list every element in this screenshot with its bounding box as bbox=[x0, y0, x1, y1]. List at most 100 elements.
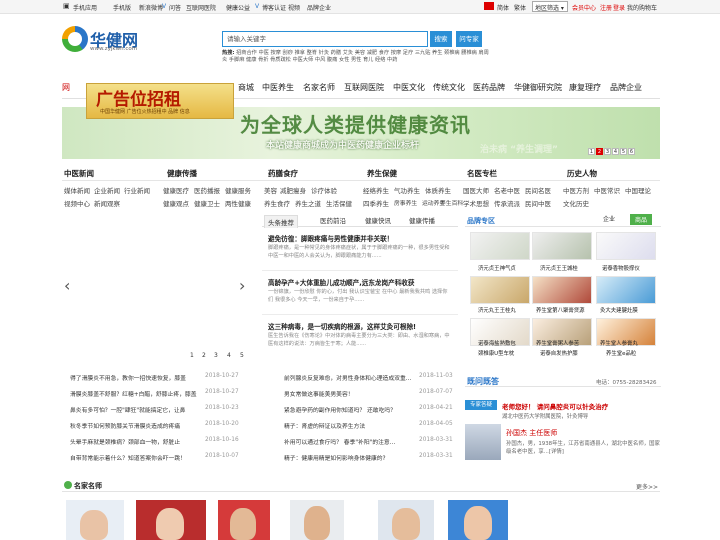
top-link-app[interactable]: 手机应用 bbox=[73, 3, 97, 12]
nav-item-institute[interactable]: 华健御研究院 bbox=[514, 82, 562, 93]
product-name[interactable]: 养生堂第八聚膏贷源 bbox=[536, 306, 585, 314]
nav-item-tradition[interactable]: 传统文化 bbox=[433, 82, 465, 93]
tab-news-flash[interactable]: 健康快讯 bbox=[365, 215, 391, 225]
category-link[interactable]: 名老中医 bbox=[494, 185, 520, 195]
category-link[interactable]: 医药播报 bbox=[194, 185, 220, 195]
category-link[interactable]: 传承流派 bbox=[494, 198, 520, 208]
slider-dot-3[interactable]: 3 bbox=[214, 352, 218, 359]
category-link[interactable]: 民间中医 bbox=[525, 198, 551, 208]
ask-expert-button[interactable]: 问专家 bbox=[456, 31, 482, 47]
news-link[interactable]: 补用可以通过食疗吗？ 春季"补阳"的注意... bbox=[284, 437, 395, 446]
chevron-right-icon[interactable]: › bbox=[239, 276, 245, 295]
banner-page-6[interactable]: 6 bbox=[628, 148, 635, 155]
category-link[interactable]: 气功养生 bbox=[394, 185, 420, 195]
category-link[interactable]: 学术思想 bbox=[463, 198, 489, 208]
top-link-hospital[interactable]: 互联网医院 bbox=[186, 3, 216, 12]
banner-page-1[interactable]: 1 bbox=[588, 148, 595, 155]
doctor-name[interactable]: 孙国杰 主任医师 bbox=[506, 428, 557, 438]
news-link[interactable]: 精子：健康用精是如何影响身体健康的? bbox=[284, 453, 386, 462]
category-link[interactable]: 行业新闻 bbox=[124, 185, 150, 195]
category-link[interactable]: 房事养生 bbox=[394, 198, 417, 207]
member-center-link[interactable]: 会员中心 bbox=[572, 3, 596, 12]
nav-item-mall[interactable]: 商城 bbox=[238, 82, 254, 93]
category-title-wellness[interactable]: 养生保健 bbox=[367, 168, 397, 179]
product-name[interactable]: 诺泰自发热护膝 bbox=[540, 349, 578, 357]
product-name[interactable]: 养生堂人参膏丸 bbox=[600, 339, 638, 347]
article-title[interactable]: 高龄孕产+大体重胎儿成功顺产,远东龙岗产科收获 bbox=[268, 277, 415, 287]
category-link[interactable]: 健康服务 bbox=[225, 185, 251, 195]
top-link-brand[interactable]: 品牌企业 bbox=[307, 3, 331, 12]
lang-traditional[interactable]: 繁体 bbox=[514, 3, 526, 12]
category-link[interactable]: 健康卫士 bbox=[194, 198, 220, 208]
top-link-video[interactable]: 视频 bbox=[288, 3, 300, 12]
banner-page-5[interactable]: 5 bbox=[620, 148, 627, 155]
login-link[interactable]: 登录 bbox=[613, 3, 625, 12]
category-link[interactable]: 国医大师 bbox=[463, 185, 489, 195]
category-link[interactable]: 文化历史 bbox=[563, 198, 589, 208]
slider-dot-5[interactable]: 5 bbox=[240, 352, 244, 359]
tab-enterprise[interactable]: 企业 bbox=[603, 214, 615, 223]
news-link[interactable]: 鼻炎有多可怕？一腔"肆狂"就能搞定它，让鼻 bbox=[70, 405, 185, 414]
category-title-diet[interactable]: 药膳食疗 bbox=[268, 168, 298, 179]
nav-item-hospital[interactable]: 互联网医院 bbox=[344, 82, 384, 93]
news-link[interactable]: 自带背常能示着什么？知道答案你会吓一跳！ bbox=[70, 453, 186, 462]
news-link[interactable]: 紧急避孕药的副作用你知道吗？ 还敢吃吗？ bbox=[284, 405, 396, 414]
product-name[interactable]: 养生堂e品粒 bbox=[606, 349, 636, 357]
category-link[interactable]: 养生食疗 bbox=[264, 198, 290, 208]
product-name[interactable]: 济元贞王神气贞 bbox=[478, 264, 516, 272]
category-title-history[interactable]: 历史人物 bbox=[567, 168, 597, 179]
cart-link[interactable]: 我的购物车 bbox=[627, 3, 657, 12]
search-button[interactable]: 搜索 bbox=[430, 31, 452, 47]
category-link[interactable]: 新闻观察 bbox=[94, 198, 120, 208]
chevron-left-icon[interactable]: ‹ bbox=[64, 276, 70, 295]
category-link[interactable]: 体质养生 bbox=[425, 185, 451, 195]
doctor-photo[interactable] bbox=[465, 424, 501, 460]
product-image[interactable] bbox=[596, 276, 656, 304]
top-link-blog[interactable]: 博客认证 bbox=[262, 3, 286, 12]
nav-item-rehab[interactable]: 康复理疗 bbox=[569, 82, 601, 93]
slider-dot-2[interactable]: 2 bbox=[202, 352, 206, 359]
category-link[interactable]: 养生百科 bbox=[440, 198, 463, 207]
category-link[interactable]: 养生之道 bbox=[295, 198, 321, 208]
banner-page-3[interactable]: 3 bbox=[604, 148, 611, 155]
more-link[interactable]: 更多>> bbox=[636, 482, 658, 491]
tab-frontier[interactable]: 医药前沿 bbox=[320, 215, 346, 225]
article-title[interactable]: 这三种病毒，是一切疾病的根源，这样艾灸可根除! bbox=[268, 321, 416, 331]
hot-search-terms[interactable]: 热搜: 招商合作 中医 按摩 刮痧 推拿 整脊 针灸 药膳 艾灸 美容 减肥 食… bbox=[222, 50, 492, 64]
product-name[interactable]: 诺泰香物股撑仪 bbox=[602, 264, 640, 272]
top-link-mobile[interactable]: 手机版 bbox=[113, 3, 131, 12]
category-link[interactable]: 经络养生 bbox=[363, 185, 389, 195]
image-slider[interactable] bbox=[62, 228, 258, 348]
product-image[interactable] bbox=[596, 232, 656, 260]
product-name[interactable]: 济元丸王王桂丸 bbox=[478, 306, 516, 314]
logo-icon[interactable] bbox=[62, 26, 88, 52]
news-link[interactable]: 秋冬季节如何预防膝关节滑膜炎造成的疼痛 bbox=[70, 421, 180, 430]
category-link[interactable]: 减肥瘦身 bbox=[280, 185, 306, 195]
news-link[interactable]: 头晕手麻就是颈椎病？颈部血一物，舒脏止 bbox=[70, 437, 180, 446]
slider-dot-1[interactable]: 1 bbox=[190, 352, 194, 359]
product-image[interactable] bbox=[532, 276, 592, 304]
product-image[interactable] bbox=[532, 232, 592, 260]
category-link[interactable]: 美容 bbox=[264, 185, 277, 195]
news-link[interactable]: 前列腺炎反复难愈，对男性身体和心理造成双重... bbox=[284, 373, 411, 382]
product-image[interactable] bbox=[470, 232, 530, 260]
category-link[interactable]: 视频中心 bbox=[64, 198, 90, 208]
banner-page-4[interactable]: 4 bbox=[612, 148, 619, 155]
category-link[interactable]: 两性健康 bbox=[225, 198, 251, 208]
tab-broadcast[interactable]: 健康传播 bbox=[409, 215, 435, 225]
tab-goods[interactable]: 商品 bbox=[630, 214, 653, 225]
lang-simplified[interactable]: 简体 bbox=[497, 3, 509, 12]
news-link[interactable]: 精子：肾虚的辩证以及养生方法 bbox=[284, 421, 365, 430]
qa-question-link[interactable]: 老师您好！ 请问鼻腔炎可以针灸治疗 bbox=[502, 401, 608, 411]
top-link-weibo[interactable]: 新浪微博 bbox=[139, 3, 163, 12]
product-image[interactable] bbox=[470, 276, 530, 304]
category-link[interactable]: 诊疗体验 bbox=[311, 185, 337, 195]
tab-headline[interactable]: 头条推荐 bbox=[264, 215, 298, 228]
product-name[interactable]: 灸大夫建腱灶膜 bbox=[600, 306, 638, 314]
news-link[interactable]: 滑膜炎膝盖不舒服？红糖+白醋，舒膝止疼，膝盖 bbox=[70, 389, 197, 398]
category-link[interactable]: 生活保健 bbox=[326, 198, 352, 208]
article-title[interactable]: 避免彷徨：脚跟疼痛与男性健康并非关联！ bbox=[268, 233, 393, 243]
nav-item-tcm-culture[interactable]: 中医文化 bbox=[393, 82, 425, 93]
product-name[interactable]: 颈椎康U型车枕 bbox=[478, 349, 514, 357]
category-link[interactable]: 企业新闻 bbox=[94, 185, 120, 195]
